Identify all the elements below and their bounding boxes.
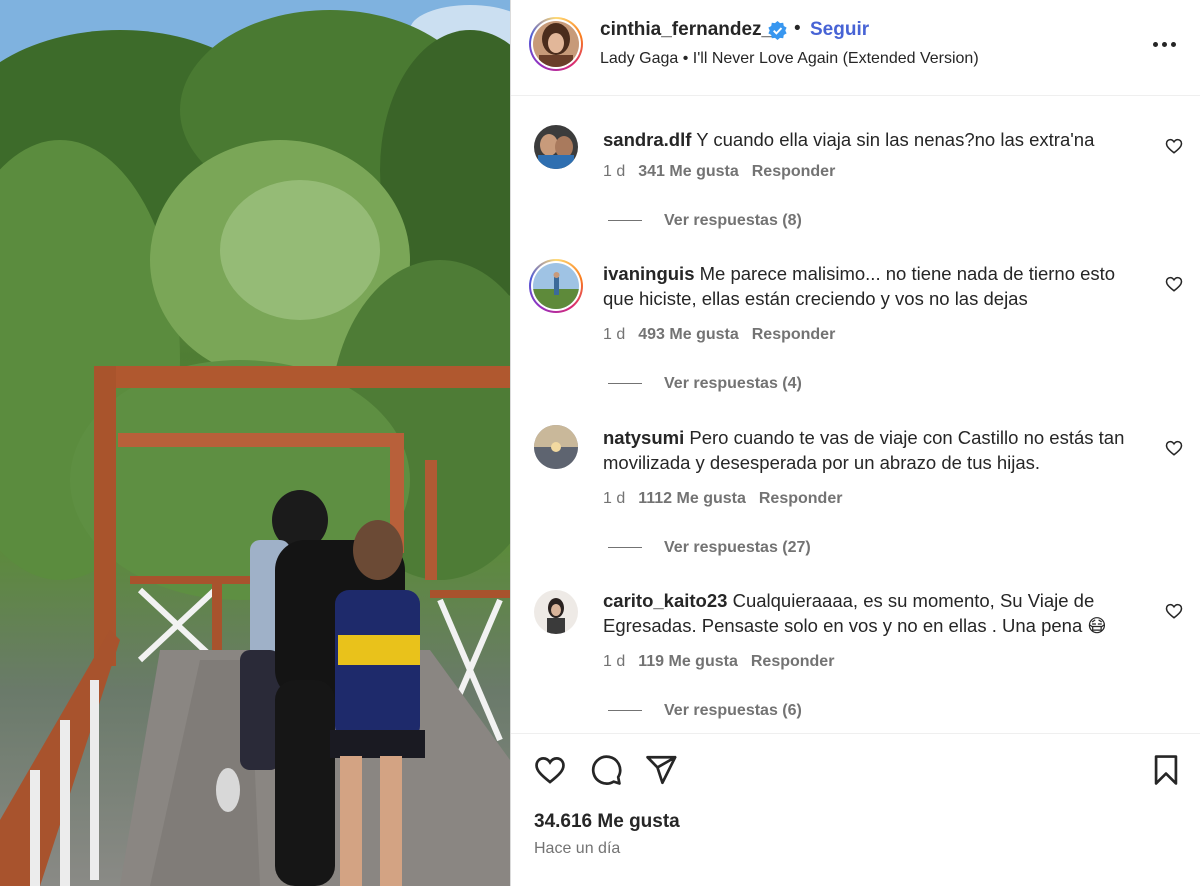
commenter-avatar[interactable] [534, 125, 578, 169]
author-avatar[interactable] [529, 17, 583, 71]
comment-likes[interactable]: 493 Me gusta [638, 326, 738, 343]
share-icon[interactable] [644, 753, 678, 787]
follow-button[interactable]: Seguir [810, 19, 869, 41]
media-scene [0, 0, 510, 886]
reply-button[interactable]: Responder [752, 326, 836, 343]
comment-icon[interactable] [589, 753, 623, 787]
commenter-username[interactable]: ivaninguis [603, 263, 695, 284]
view-replies-label: Ver respuestas (6) [664, 702, 802, 719]
replies-line [608, 547, 642, 549]
comment-text: sandra.dlf Y cuando ella viaja sin las n… [603, 127, 1143, 152]
comment-age[interactable]: 1 d [603, 326, 625, 343]
view-replies-button[interactable]: Ver respuestas (6) [608, 702, 802, 720]
comment-age[interactable]: 1 d [603, 653, 625, 670]
comment-likes[interactable]: 119 Me gusta [638, 653, 738, 670]
comment-meta: 1 d 119 Me gusta Responder [603, 653, 847, 671]
comment-body: Y cuando ella viaja sin las nenas?no las… [696, 129, 1095, 150]
commenter-avatar[interactable] [529, 259, 583, 313]
post-timestamp[interactable]: Hace un día [534, 840, 620, 858]
post-details-pane: cinthia_fernandez_ • Seguir Lady Gaga • … [511, 0, 1200, 886]
view-replies-label: Ver respuestas (4) [664, 375, 802, 392]
comment-text: natysumi Pero cuando te vas de viaje con… [603, 425, 1143, 475]
header-separator: • [794, 18, 801, 39]
comment-age[interactable]: 1 d [603, 490, 625, 507]
commenter-username[interactable]: natysumi [603, 427, 684, 448]
post-header: cinthia_fernandez_ • Seguir Lady Gaga • … [511, 0, 1200, 96]
comment-age[interactable]: 1 d [603, 163, 625, 180]
comment-meta: 1 d 1112 Me gusta Responder [603, 490, 855, 508]
commenter-username[interactable]: carito_kaito23 [603, 590, 727, 611]
commenter-avatar[interactable] [534, 590, 578, 634]
comments-list[interactable]: sandra.dlf Y cuando ella viaja sin las n… [511, 96, 1200, 733]
view-replies-button[interactable]: Ver respuestas (4) [608, 375, 802, 393]
reply-button[interactable]: Responder [752, 163, 836, 180]
replies-line [608, 220, 642, 222]
comment-text: ivaninguis Me parece malisimo... no tien… [603, 261, 1143, 311]
bookmark-icon[interactable] [1149, 753, 1183, 787]
replies-line [608, 710, 642, 712]
post-media-video[interactable] [0, 0, 510, 886]
commenter-avatar[interactable] [534, 425, 578, 469]
post-likes-count[interactable]: 34.616 Me gusta [534, 811, 680, 833]
comment-text: carito_kaito23 Cualquieraaaa, es su mome… [603, 588, 1143, 638]
view-replies-button[interactable]: Ver respuestas (27) [608, 539, 811, 557]
comment-meta: 1 d 493 Me gusta Responder [603, 326, 848, 344]
like-comment-heart-icon[interactable] [1165, 439, 1183, 457]
reply-button[interactable]: Responder [759, 490, 843, 507]
view-replies-label: Ver respuestas (27) [664, 539, 811, 556]
post-actions-bar: 34.616 Me gusta Hace un día [511, 733, 1200, 887]
like-comment-heart-icon[interactable] [1165, 275, 1183, 293]
audio-attribution[interactable]: Lady Gaga • I'll Never Love Again (Exten… [600, 50, 979, 68]
like-comment-heart-icon[interactable] [1165, 602, 1183, 620]
comment-likes[interactable]: 341 Me gusta [638, 163, 738, 180]
replies-line [608, 383, 642, 385]
reply-button[interactable]: Responder [751, 653, 835, 670]
like-comment-heart-icon[interactable] [1165, 137, 1183, 155]
view-replies-button[interactable]: Ver respuestas (8) [608, 212, 802, 230]
heart-icon[interactable] [533, 753, 567, 787]
comment-likes[interactable]: 1112 Me gusta [638, 490, 746, 507]
comment-meta: 1 d 341 Me gusta Responder [603, 163, 848, 181]
author-username[interactable]: cinthia_fernandez_ [600, 19, 772, 41]
verified-badge-icon [768, 21, 787, 40]
view-replies-label: Ver respuestas (8) [664, 212, 802, 229]
more-options-icon[interactable] [1151, 34, 1181, 54]
commenter-username[interactable]: sandra.dlf [603, 129, 691, 150]
